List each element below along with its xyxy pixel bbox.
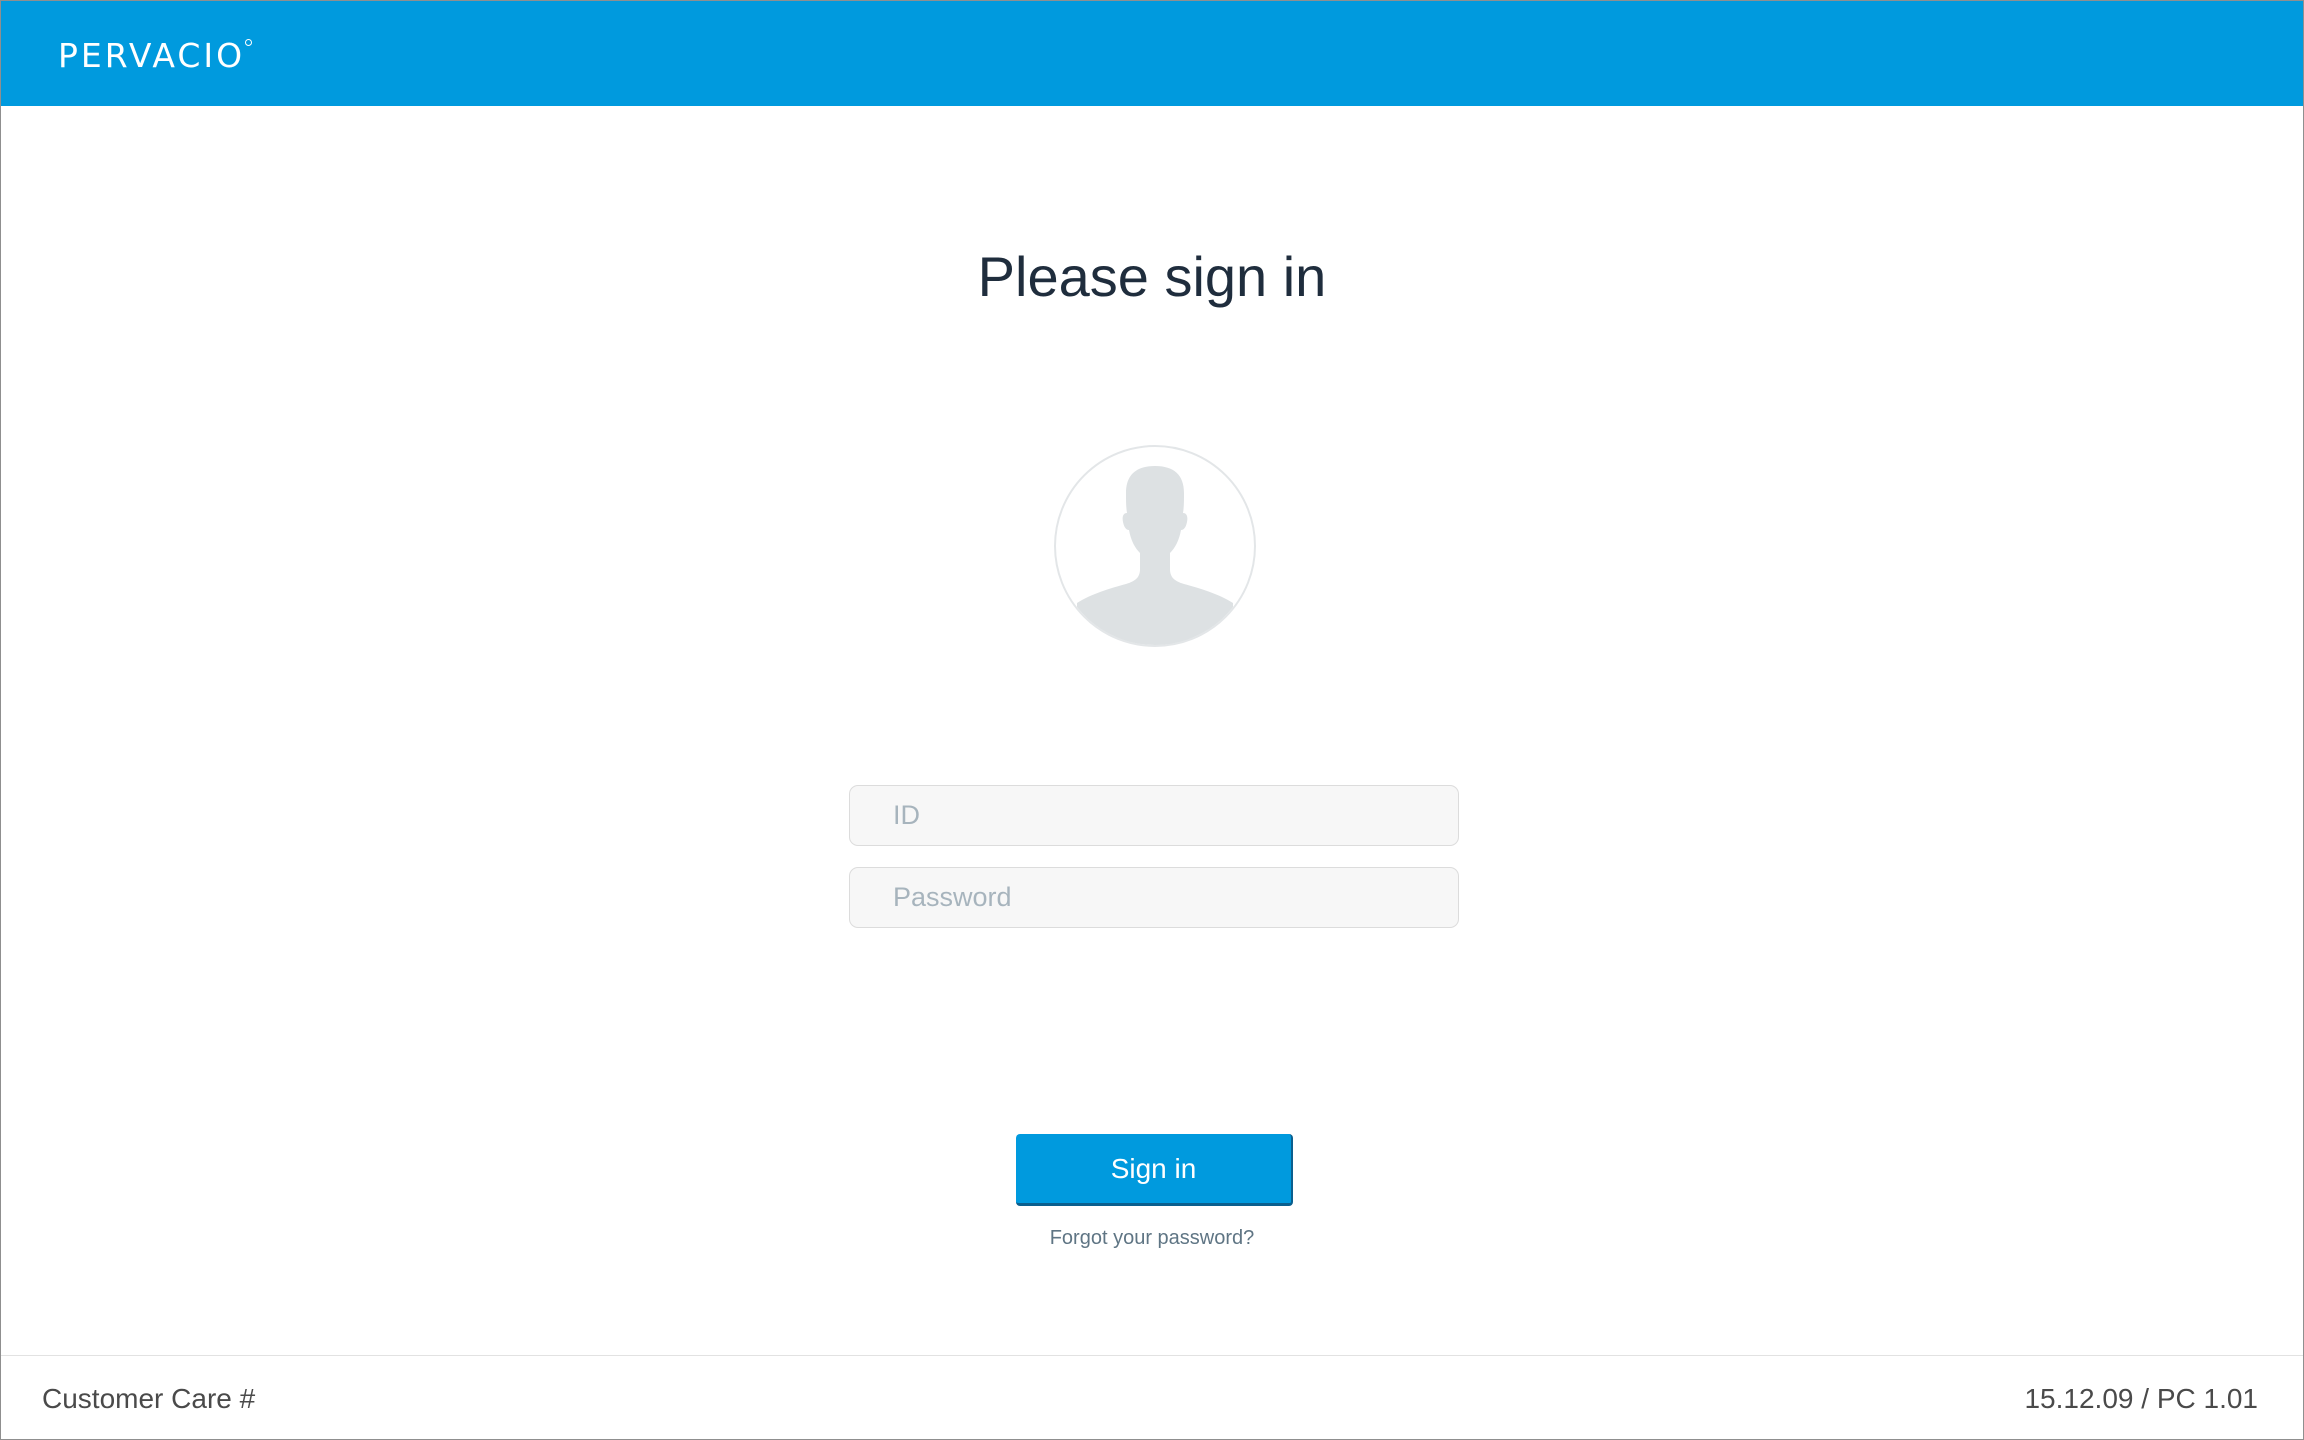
logo-dot-icon bbox=[245, 39, 252, 46]
sign-in-button[interactable]: Sign in bbox=[1016, 1134, 1293, 1206]
page-title: Please sign in bbox=[977, 245, 1327, 308]
forgot-password-link[interactable]: Forgot your password? bbox=[1050, 1227, 1255, 1249]
version-label: 15.12.09 / PC 1.01 bbox=[2024, 1383, 2258, 1414]
customer-care-label: Customer Care # bbox=[42, 1383, 256, 1414]
app-window: PERVACIO Please sign in Sign in Forgot y… bbox=[0, 0, 2304, 1440]
footer-divider bbox=[1, 1355, 2303, 1356]
id-input[interactable] bbox=[849, 785, 1459, 846]
forgot-password-container: Forgot your password? bbox=[1, 1223, 2303, 1253]
top-bar: PERVACIO bbox=[1, 1, 2303, 106]
brand-logo: PERVACIO bbox=[58, 36, 246, 75]
user-silhouette-icon bbox=[1054, 445, 1256, 647]
password-input[interactable] bbox=[849, 867, 1459, 928]
